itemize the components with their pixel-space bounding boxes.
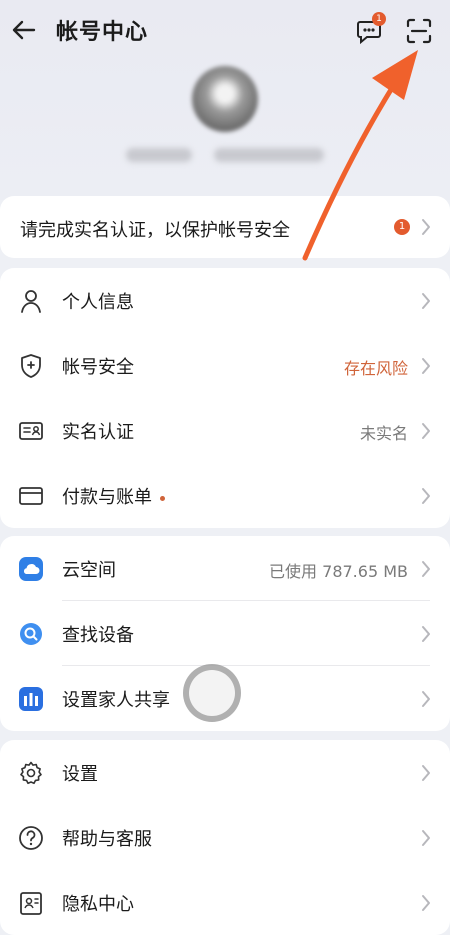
help-icon [19,826,43,850]
chevron-right-icon [422,423,430,439]
shield-icon [21,354,41,378]
chevron-right-icon [422,895,430,911]
menu-item-cloud[interactable]: 云空间 已使用 787.65 MB [0,536,450,601]
realname-verify-banner[interactable]: 请完成实名认证，以保护帐号安全 [0,196,450,258]
chevron-right-icon [422,561,430,577]
menu-label: 云空间 [62,560,116,581]
page-title: 帐号中心 [56,20,149,45]
header: 帐号中心 1 [0,0,450,200]
menu-label: 设置家人共享 [62,690,170,711]
menu-item-personal-info[interactable]: 个人信息 [0,268,450,333]
chevron-right-icon [422,219,430,235]
message-badge: 1 [372,12,386,26]
blurred-account-id [214,148,324,162]
menu-label: 查找设备 [62,625,134,646]
menu-item-find-device[interactable]: 查找设备 [0,601,450,666]
menu-item-help[interactable]: 帮助与客服 [0,805,450,870]
gear-icon [20,761,42,785]
chevron-right-icon [422,765,430,781]
menu-item-realname[interactable]: 实名认证 未实名 [0,398,450,463]
menu-label: 付款与账单 [62,483,165,509]
chevron-right-icon [422,626,430,642]
realname-status: 未实名 [359,424,408,443]
verify-banner-text: 请完成实名认证，以保护帐号安全 [20,220,290,241]
chevron-right-icon [422,358,430,374]
chevron-right-icon [422,488,430,504]
menu-label: 帮助与客服 [62,829,152,850]
security-status: 存在风险 [343,359,408,378]
menu-label-text: 付款与账单 [62,487,152,508]
account-section: 个人信息 帐号安全 存在风险 实名认证 未实名 付款与账单 [0,268,450,528]
back-arrow-icon[interactable] [10,16,38,44]
avatar[interactable] [192,66,258,132]
family-sharing-icon [19,687,43,711]
message-button[interactable]: 1 [354,12,386,46]
verify-badge: 1 [394,219,410,235]
card-icon [19,487,43,505]
cloud-icon [19,557,43,581]
menu-label: 实名认证 [62,422,134,443]
menu-label: 个人信息 [62,292,134,313]
settings-section: 设置 帮助与客服 隐私中心 [0,740,450,935]
menu-label: 设置 [62,764,98,785]
privacy-icon [20,892,42,915]
menu-item-payment[interactable]: 付款与账单 [0,463,450,528]
menu-label: 隐私中心 [62,894,134,915]
scan-icon[interactable] [404,16,434,46]
chevron-right-icon [422,691,430,707]
menu-label: 帐号安全 [62,357,134,378]
menu-item-account-security[interactable]: 帐号安全 存在风险 [0,333,450,398]
menu-item-settings[interactable]: 设置 [0,740,450,805]
id-card-icon [19,422,43,440]
touch-indicator [183,664,241,722]
menu-item-privacy[interactable]: 隐私中心 [0,870,450,935]
red-dot-indicator [160,495,165,501]
chevron-right-icon [422,830,430,846]
chevron-right-icon [422,293,430,309]
cloud-usage: 已使用 787.65 MB [269,562,408,581]
blurred-account-name [126,148,192,162]
person-icon [21,290,41,313]
find-device-icon [20,623,42,645]
